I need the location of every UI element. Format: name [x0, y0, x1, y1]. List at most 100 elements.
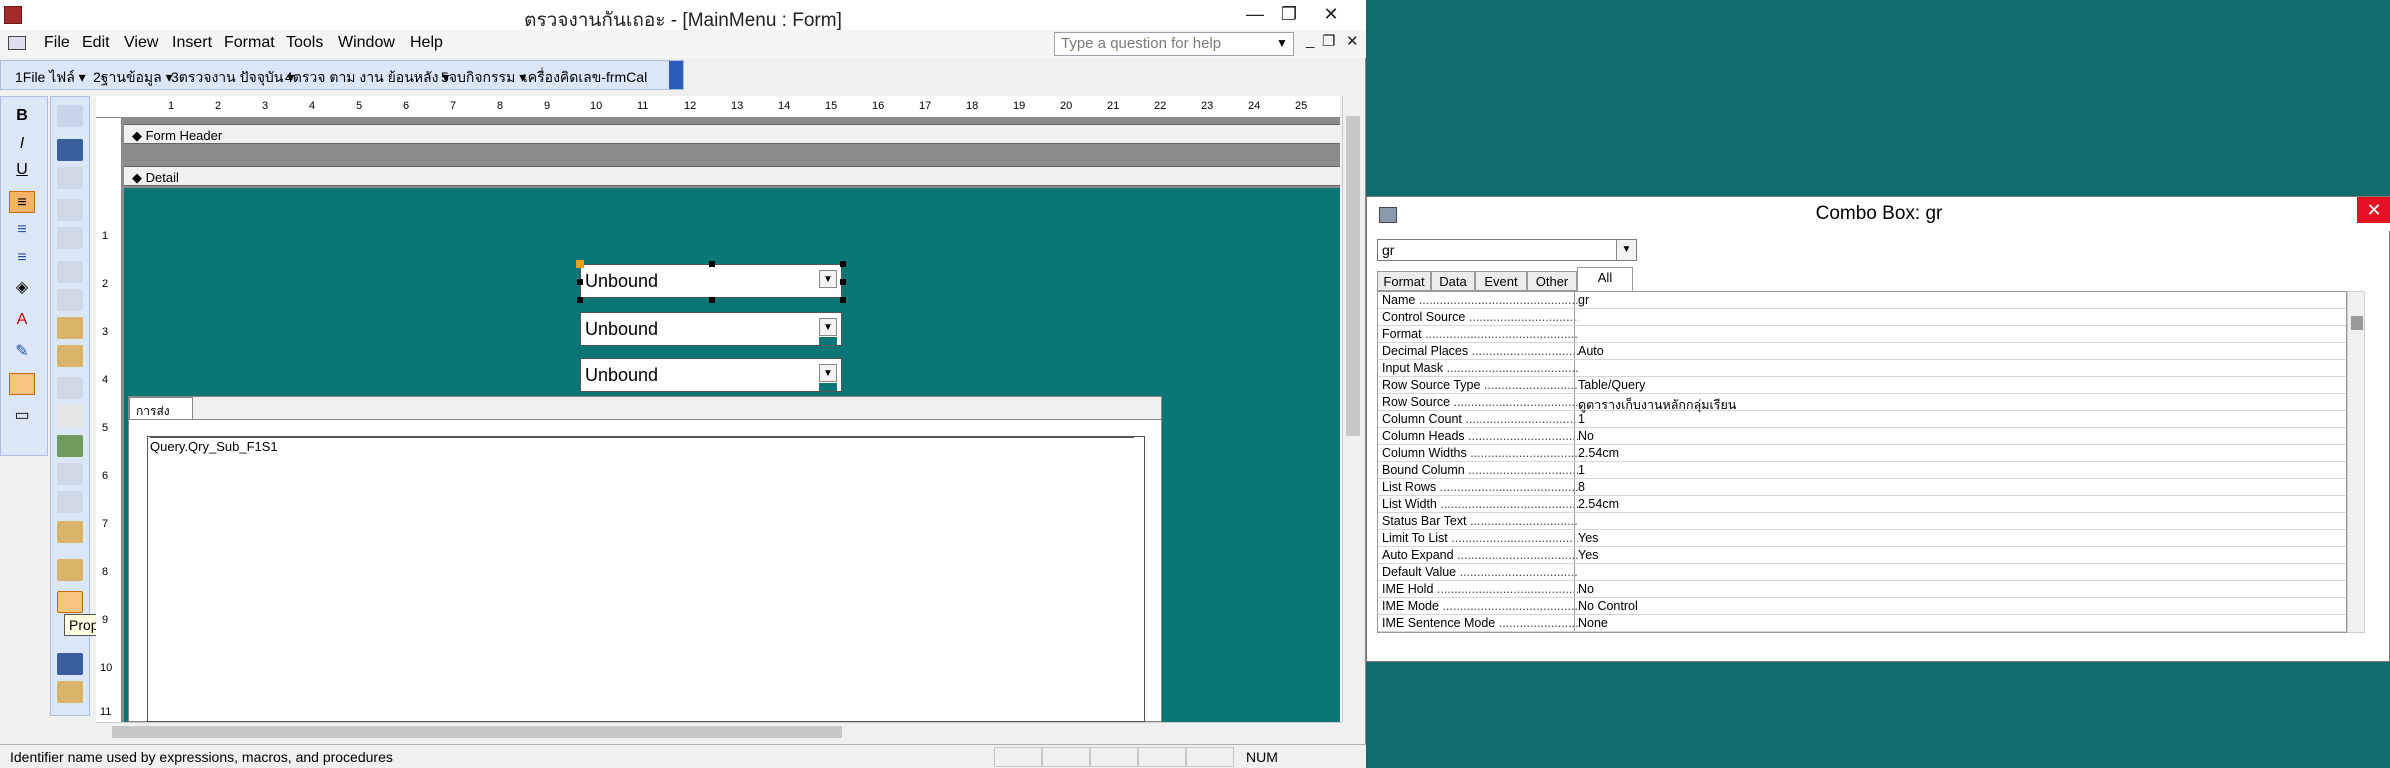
property-row[interactable]: Default Value	[1378, 564, 2346, 581]
menu-help[interactable]: Help	[410, 34, 443, 52]
property-row[interactable]: Namegr	[1378, 292, 2346, 309]
subform-control[interactable]: Query.Qry_Sub_F1S1	[147, 436, 1145, 722]
mdi-minimize-button[interactable]: _	[1306, 32, 1314, 49]
property-value[interactable]: ดูตารางเก็บงานหลักกลุ่มเรียน	[1574, 394, 2346, 412]
close-icon[interactable]: ✕	[2357, 197, 2390, 223]
form-window-icon[interactable]	[8, 36, 26, 50]
property-value[interactable]	[1574, 564, 2346, 580]
property-row[interactable]: Row Sourceดูตารางเก็บงานหลักกลุ่มเรียน	[1378, 394, 2346, 412]
redo-icon[interactable]	[57, 405, 83, 427]
property-row[interactable]: Control Source	[1378, 309, 2346, 326]
resize-handle[interactable]	[577, 279, 583, 285]
toolbar-database-menu[interactable]: 2ฐานข้อมูล ▾	[93, 67, 173, 89]
resize-handle[interactable]	[709, 261, 715, 267]
tab-other[interactable]: Other	[1527, 271, 1577, 291]
property-row[interactable]: List Width2.54cm	[1378, 496, 2346, 513]
special-effect-icon[interactable]	[9, 373, 35, 395]
underline-button[interactable]: U	[9, 159, 35, 181]
view-icon[interactable]	[57, 105, 83, 127]
menu-format[interactable]: Format	[224, 34, 275, 52]
property-value[interactable]: Yes	[1574, 547, 2346, 563]
menu-view[interactable]: View	[124, 34, 158, 52]
toolbar-finish-menu[interactable]: 5จบกิจกรรม ▾	[441, 67, 526, 89]
print-preview-icon[interactable]	[57, 227, 83, 249]
property-row[interactable]: List Rows8	[1378, 479, 2346, 496]
property-row[interactable]: Validation Rule	[1378, 632, 2347, 633]
property-row[interactable]: Limit To ListYes	[1378, 530, 2346, 547]
property-value[interactable]: 1	[1574, 462, 2346, 478]
menu-insert[interactable]: Insert	[172, 34, 212, 52]
tab-all[interactable]: All	[1577, 267, 1633, 291]
property-row[interactable]: Bound Column1	[1378, 462, 2346, 479]
print-icon[interactable]	[57, 199, 83, 221]
resize-handle[interactable]	[840, 261, 846, 267]
toolbar-calculator-button[interactable]: เครื่องคิดเลข-frmCal	[523, 67, 647, 89]
property-value[interactable]: Yes	[1574, 530, 2346, 546]
property-value[interactable]: 2.54cm	[1574, 445, 2346, 461]
chevron-down-icon[interactable]: ▼	[1616, 240, 1636, 260]
object-selector[interactable]: gr ▼	[1377, 239, 1637, 261]
align-right-icon[interactable]: ≡	[9, 247, 35, 269]
property-row[interactable]: Column Widths2.54cm	[1378, 445, 2346, 462]
property-value[interactable]: No	[1574, 428, 2346, 444]
scroll-thumb[interactable]	[112, 726, 842, 738]
autoformat-icon[interactable]	[57, 521, 83, 543]
toolbar-check-current-menu[interactable]: 3ตรวจงาน ปัจจุบัน ▾	[171, 67, 294, 89]
undo-icon[interactable]	[57, 377, 83, 399]
tab-page[interactable]: Query.Qry_Sub_F1S1	[129, 419, 1161, 722]
property-value[interactable]	[1574, 360, 2346, 376]
property-value[interactable]	[1574, 309, 2346, 325]
properties-icon[interactable]	[57, 591, 83, 613]
align-left-icon[interactable]: ≡	[9, 191, 35, 213]
database-window-icon[interactable]	[57, 681, 83, 703]
property-value[interactable]	[1574, 513, 2346, 529]
property-row[interactable]: Row Source TypeTable/Query	[1378, 377, 2346, 394]
copy-icon[interactable]	[57, 289, 83, 311]
italic-button[interactable]: I	[9, 133, 35, 155]
tab-submission[interactable]: การส่งงาน	[129, 397, 193, 437]
property-row[interactable]: Auto ExpandYes	[1378, 547, 2346, 564]
close-button[interactable]: ✕	[1316, 2, 1346, 26]
toolbar-check-past-menu[interactable]: 4ตรวจ ตาม งาน ย้อนหลัง ▾	[285, 67, 449, 89]
property-value[interactable]	[1574, 326, 2346, 342]
format-painter-icon[interactable]	[57, 345, 83, 367]
combo-box-3[interactable]: Unbound ▼	[580, 358, 842, 392]
menu-tools[interactable]: Tools	[286, 34, 323, 52]
property-value[interactable]: 2.54cm	[1574, 496, 2346, 512]
property-scrollbar[interactable]	[2347, 291, 2365, 633]
bold-button[interactable]: B	[9, 105, 35, 127]
menu-file[interactable]: File	[44, 34, 70, 52]
scroll-thumb[interactable]	[1346, 116, 1360, 436]
field-list-icon[interactable]	[57, 463, 83, 485]
build-icon[interactable]	[57, 653, 83, 675]
mdi-close-button[interactable]: ✕	[1346, 32, 1359, 50]
combo-box-2[interactable]: Unbound ▼	[580, 312, 842, 346]
toolbar-file-menu[interactable]: 1File ไฟล์ ▾	[15, 67, 86, 89]
property-row[interactable]: IME HoldNo	[1378, 581, 2346, 598]
form-header-bar[interactable]: ◆ Form Header	[124, 124, 1340, 144]
property-value[interactable]: 8	[1574, 479, 2346, 495]
property-value[interactable]: 1	[1574, 411, 2346, 427]
mdi-restore-button[interactable]: ❐	[1322, 32, 1335, 50]
property-row[interactable]: Decimal PlacesAuto	[1378, 343, 2346, 360]
property-value[interactable]: Auto	[1574, 343, 2346, 359]
property-row[interactable]: Column Count1	[1378, 411, 2346, 428]
cut-icon[interactable]	[57, 261, 83, 283]
combo-box-gr[interactable]: Unbound ▼	[580, 264, 842, 298]
resize-handle[interactable]	[709, 297, 715, 303]
save-icon[interactable]	[57, 139, 83, 161]
line-width-icon[interactable]: ▭	[9, 405, 35, 427]
paste-icon[interactable]	[57, 317, 83, 339]
property-value[interactable]: No Control	[1574, 598, 2346, 614]
hyperlink-icon[interactable]	[57, 435, 83, 457]
font-color-icon[interactable]: A	[9, 309, 35, 331]
menu-window[interactable]: Window	[338, 34, 395, 52]
property-value[interactable]: No	[1574, 581, 2346, 597]
property-row[interactable]: Format	[1378, 326, 2346, 343]
align-center-icon[interactable]: ≡	[9, 219, 35, 241]
horizontal-scrollbar[interactable]	[96, 722, 1342, 740]
property-row[interactable]: IME Sentence ModeNone	[1378, 615, 2346, 632]
line-color-icon[interactable]: ✎	[9, 341, 35, 363]
file-search-icon[interactable]	[57, 167, 83, 189]
chevron-down-icon[interactable]: ▼	[819, 364, 837, 382]
